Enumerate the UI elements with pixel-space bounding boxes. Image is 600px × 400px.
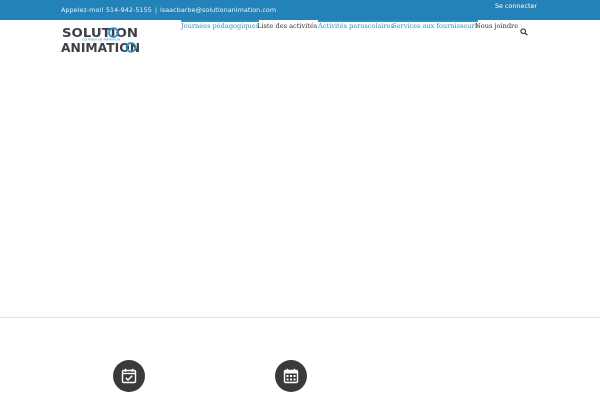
phone-text[interactable]: Appelez-moi! 514-942-5155 — [61, 6, 152, 14]
hero-area — [0, 57, 600, 317]
nav-liste-activites[interactable]: Liste des activités — [257, 20, 317, 32]
calendar-grid-icon — [275, 360, 307, 392]
top-bar: Appelez-moi! 514-942-5155 | isaacbarbe@sol… — [0, 0, 600, 20]
calendar-check-icon — [113, 360, 145, 392]
contact-info: Appelez-moi! 514-942-5155 | isaacbarbe@sol… — [61, 6, 276, 14]
main-nav: Journées pédagogiques Liste des activité… — [0, 20, 600, 36]
email-link[interactable]: isaacbarbe@solutionanimation.com — [160, 6, 276, 14]
contact-separator: | — [154, 6, 158, 14]
nav-nous-joindre[interactable]: Nous joindre — [475, 20, 518, 32]
section-divider — [0, 317, 600, 318]
login-link[interactable]: Se connecter — [495, 2, 537, 10]
site-header: SOLUTION COURTIER EN ANIMATION ANIMATION… — [0, 20, 600, 57]
search-icon[interactable] — [520, 21, 528, 36]
nav-services-fournisseurs[interactable]: Services aux fournisseurs — [392, 20, 479, 32]
nav-journees-pedagogiques[interactable]: Journées pédagogiques — [181, 20, 260, 32]
nav-activites-parascolaires[interactable]: Activités parascolaires — [318, 20, 394, 32]
